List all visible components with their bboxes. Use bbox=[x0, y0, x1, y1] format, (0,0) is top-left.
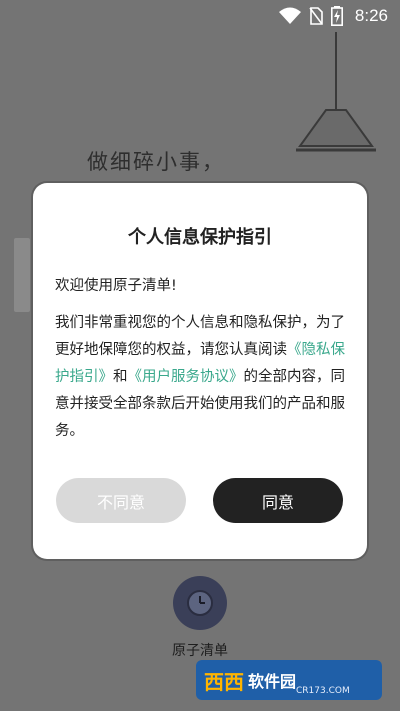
status-time: 8:26 bbox=[354, 6, 388, 25]
dialog-greeting: 欢迎使用原子清单! bbox=[55, 278, 177, 294]
privacy-dialog: 个人信息保护指引 欢迎使用原子清单! 我们非常重视您的个人信息和隐私保护，为了更… bbox=[33, 183, 367, 559]
watermark-logo: 西西 bbox=[204, 669, 244, 694]
clock-icon bbox=[173, 576, 227, 630]
watermark-url: CR173.COM bbox=[296, 686, 350, 696]
dialog-body-connector: 和 bbox=[113, 369, 128, 385]
user-agreement-link[interactable]: 《用户服务协议》 bbox=[128, 369, 244, 385]
background-headline: 做细碎小事， bbox=[87, 150, 225, 174]
dialog-title: 个人信息保护指引 bbox=[128, 227, 272, 248]
background-app-name: 原子清单 bbox=[172, 643, 228, 659]
no-sim-icon bbox=[309, 7, 323, 25]
status-bar: 8:26 bbox=[0, 0, 400, 32]
dialog-body: 我们非常重视您的个人信息和隐私保护，为了更好地保障您的权益，请您认真阅读《隐私保… bbox=[55, 310, 347, 445]
battery-charging-icon bbox=[330, 6, 343, 26]
wifi-icon bbox=[278, 7, 301, 25]
agree-button[interactable]: 同意 bbox=[213, 478, 343, 523]
watermark-name: 软件园 bbox=[248, 672, 297, 691]
background-side-tab bbox=[14, 238, 30, 312]
watermark-badge: 西西 软件园 CR173.COM bbox=[196, 660, 382, 700]
disagree-button[interactable]: 不同意 bbox=[56, 478, 186, 523]
